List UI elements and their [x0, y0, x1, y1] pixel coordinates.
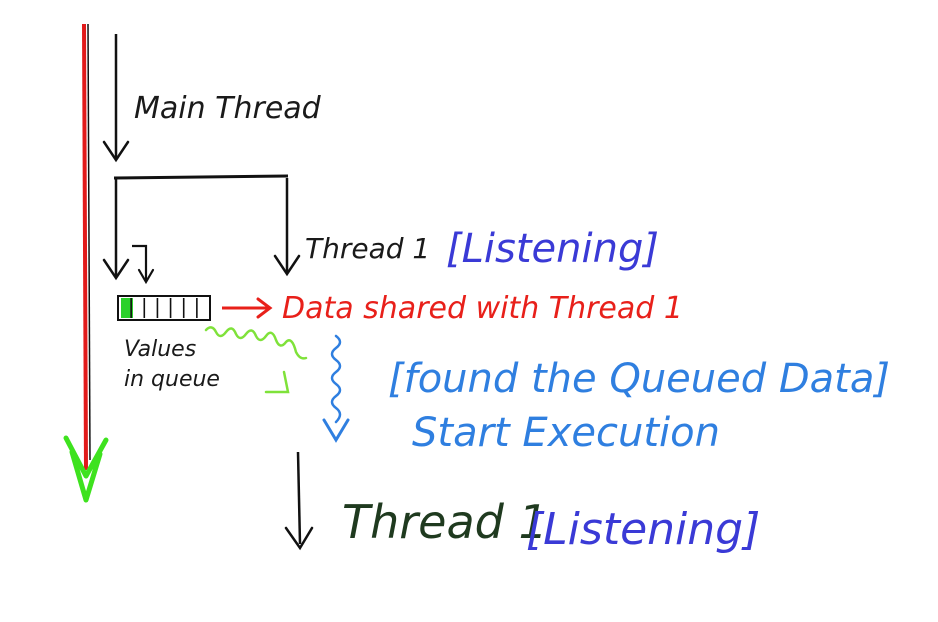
left-branch-arrow	[102, 178, 130, 281]
thread1-label: Thread 1	[305, 232, 430, 265]
start-execution-label: Start Execution	[412, 410, 720, 456]
queue-box	[117, 295, 211, 321]
main-timeline	[63, 23, 109, 503]
thread-queue-diagram: Main Thread Thread 1 [Listening] Data sh…	[0, 0, 938, 622]
enqueue-arrow	[132, 244, 155, 285]
data-shared-label: Data shared with Thread 1	[282, 291, 683, 326]
listening-label-top: [Listening]	[446, 226, 659, 272]
found-queued-data-label: [found the Queued Data]	[388, 356, 890, 402]
thread1-bottom-label: Thread 1	[342, 495, 548, 549]
execution-wavy-arrow	[322, 334, 350, 443]
thread1-branch-arrow	[273, 178, 301, 277]
fork-bar	[113, 174, 289, 180]
shared-data-arrow	[222, 297, 273, 319]
main-timeline-line	[82, 23, 88, 471]
main-thread-label: Main Thread	[134, 91, 322, 126]
thread1-bottom-arrow	[284, 451, 314, 551]
values-label-line1: Values	[124, 337, 196, 362]
main-thread-arrow	[102, 34, 130, 163]
queue-to-thread-wavy-arrow	[204, 326, 308, 394]
main-timeline-shadow	[87, 23, 91, 461]
values-label-line2: in queue	[124, 367, 220, 392]
listening-label-bottom: [Listening]	[526, 504, 760, 555]
